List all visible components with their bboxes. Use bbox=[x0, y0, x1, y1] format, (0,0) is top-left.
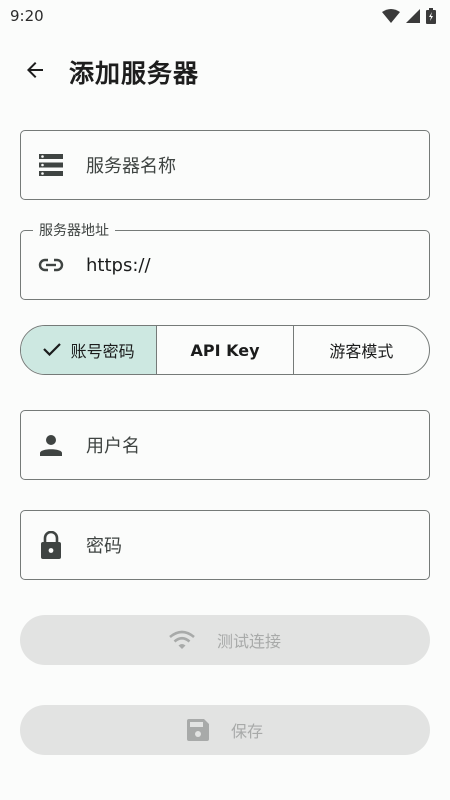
status-bar: 9:20 bbox=[0, 0, 450, 32]
test-connection-button[interactable]: 测试连接 bbox=[20, 615, 430, 665]
arrow-back-icon bbox=[23, 58, 47, 86]
wifi-icon bbox=[169, 630, 195, 650]
app-bar: 添加服务器 bbox=[0, 40, 450, 104]
segment-guest-mode-label: 游客模式 bbox=[329, 342, 394, 361]
test-connection-label: 测试连接 bbox=[216, 632, 281, 651]
password-field[interactable]: 密码 bbox=[20, 510, 430, 580]
link-icon bbox=[36, 250, 66, 280]
server-name-placeholder: 服务器名称 bbox=[86, 156, 176, 177]
server-address-value: https:// bbox=[86, 254, 151, 276]
lock-icon bbox=[36, 530, 66, 560]
auth-mode-segmented-control: 账号密码 API Key 游客模式 bbox=[20, 325, 430, 375]
check-icon bbox=[42, 341, 71, 360]
segment-account-password-label: 账号密码 bbox=[70, 342, 135, 361]
segment-guest-mode[interactable]: 游客模式 bbox=[292, 326, 429, 374]
person-icon bbox=[36, 430, 66, 460]
segment-account-password[interactable]: 账号密码 bbox=[21, 326, 157, 374]
segment-api-key-label: API Key bbox=[190, 340, 260, 360]
server-address-label: 服务器地址 bbox=[33, 220, 115, 240]
status-icons bbox=[382, 8, 436, 24]
server-list-icon bbox=[36, 150, 66, 180]
save-label: 保存 bbox=[230, 722, 263, 741]
save-icon bbox=[186, 719, 209, 741]
battery-icon bbox=[426, 8, 436, 24]
back-button[interactable] bbox=[7, 44, 63, 100]
server-address-field[interactable]: 服务器地址 https:// bbox=[20, 220, 430, 300]
wifi-signal-icon bbox=[382, 9, 400, 23]
page-title: 添加服务器 bbox=[69, 59, 200, 88]
cell-signal-icon bbox=[406, 9, 420, 23]
password-placeholder: 密码 bbox=[86, 536, 122, 557]
status-time: 9:20 bbox=[10, 7, 44, 25]
username-placeholder: 用户名 bbox=[86, 436, 140, 457]
server-name-field[interactable]: 服务器名称 bbox=[20, 130, 430, 200]
username-field[interactable]: 用户名 bbox=[20, 410, 430, 480]
segment-api-key[interactable]: API Key bbox=[156, 326, 292, 374]
save-button[interactable]: 保存 bbox=[20, 705, 430, 755]
